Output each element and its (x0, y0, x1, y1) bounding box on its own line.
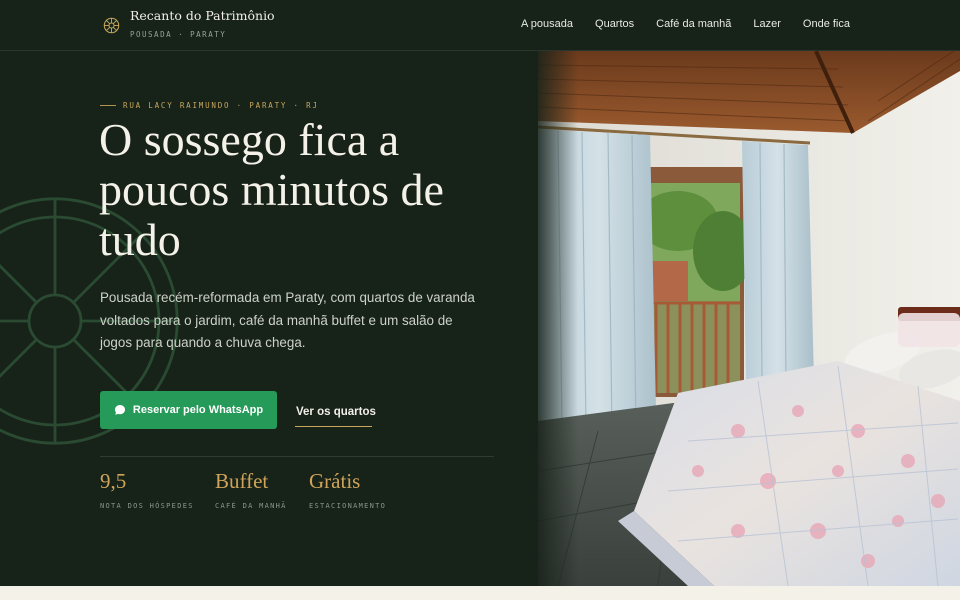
stats-divider (100, 456, 494, 457)
stat-label: NOTA DOS HÓSPEDES (100, 502, 194, 510)
nav-item-cafe-da-manha[interactable]: Café da manhã (656, 18, 731, 30)
nav-item-quartos[interactable]: Quartos (595, 18, 634, 30)
view-rooms-underline (295, 426, 372, 427)
guest-room-photo (538, 51, 960, 586)
whatsapp-booking-button[interactable]: Reservar pelo WhatsApp (100, 391, 277, 429)
stat-value: Buffet (215, 469, 269, 493)
whatsapp-booking-label: Reservar pelo WhatsApp (132, 404, 264, 416)
address-text: RUA LACY RAIMUNDO · PARATY · RJ (123, 101, 319, 110)
nav-item-onde-fica[interactable]: Onde fica (803, 18, 850, 30)
stat-breakfast: Buffet CAFÉ DA MANHÃ (215, 469, 287, 510)
stat-label: ESTACIONAMENTO (309, 502, 387, 510)
view-rooms-link[interactable]: Ver os quartos (295, 402, 376, 427)
stat-value: Grátis (309, 469, 361, 493)
nav-links: A pousada Quartos Café da manhã Lazer On… (521, 18, 850, 30)
top-navigation: Recanto do Patrimônio POUSADA · PARATY A… (0, 0, 960, 51)
whatsapp-chat-icon (114, 405, 125, 415)
nav-item-lazer[interactable]: Lazer (753, 18, 781, 30)
brand-name: Recanto do Patrimônio (130, 8, 275, 23)
brand[interactable]: Recanto do Patrimônio POUSADA · PARATY (103, 8, 275, 39)
stat-parking: Grátis ESTACIONAMENTO (309, 469, 386, 510)
brand-subtitle: POUSADA · PARATY (130, 30, 227, 39)
view-rooms-label: Ver os quartos (296, 406, 376, 418)
stat-label: CAFÉ DA MANHÃ (215, 502, 287, 510)
wheel-logo-icon (103, 17, 120, 34)
stat-guest-rating: 9,5 NOTA DOS HÓSPEDES (100, 469, 194, 510)
eyebrow-rule (100, 105, 116, 106)
nav-item-a-pousada[interactable]: A pousada (521, 18, 573, 30)
stat-value: 9,5 (100, 469, 127, 493)
address-eyebrow: RUA LACY RAIMUNDO · PARATY · RJ (100, 101, 319, 110)
bedroom-illustration (538, 51, 960, 586)
hero-content: RUA LACY RAIMUNDO · PARATY · RJ O sosseg… (0, 51, 538, 586)
hero-description: Pousada recém-reformada em Paraty, com q… (100, 290, 475, 350)
brand-text: Recanto do Patrimônio POUSADA · PARATY (130, 8, 275, 39)
hero-headline: O sossego fica a poucos minutos de tudo (99, 114, 444, 265)
next-section-edge (0, 586, 960, 600)
